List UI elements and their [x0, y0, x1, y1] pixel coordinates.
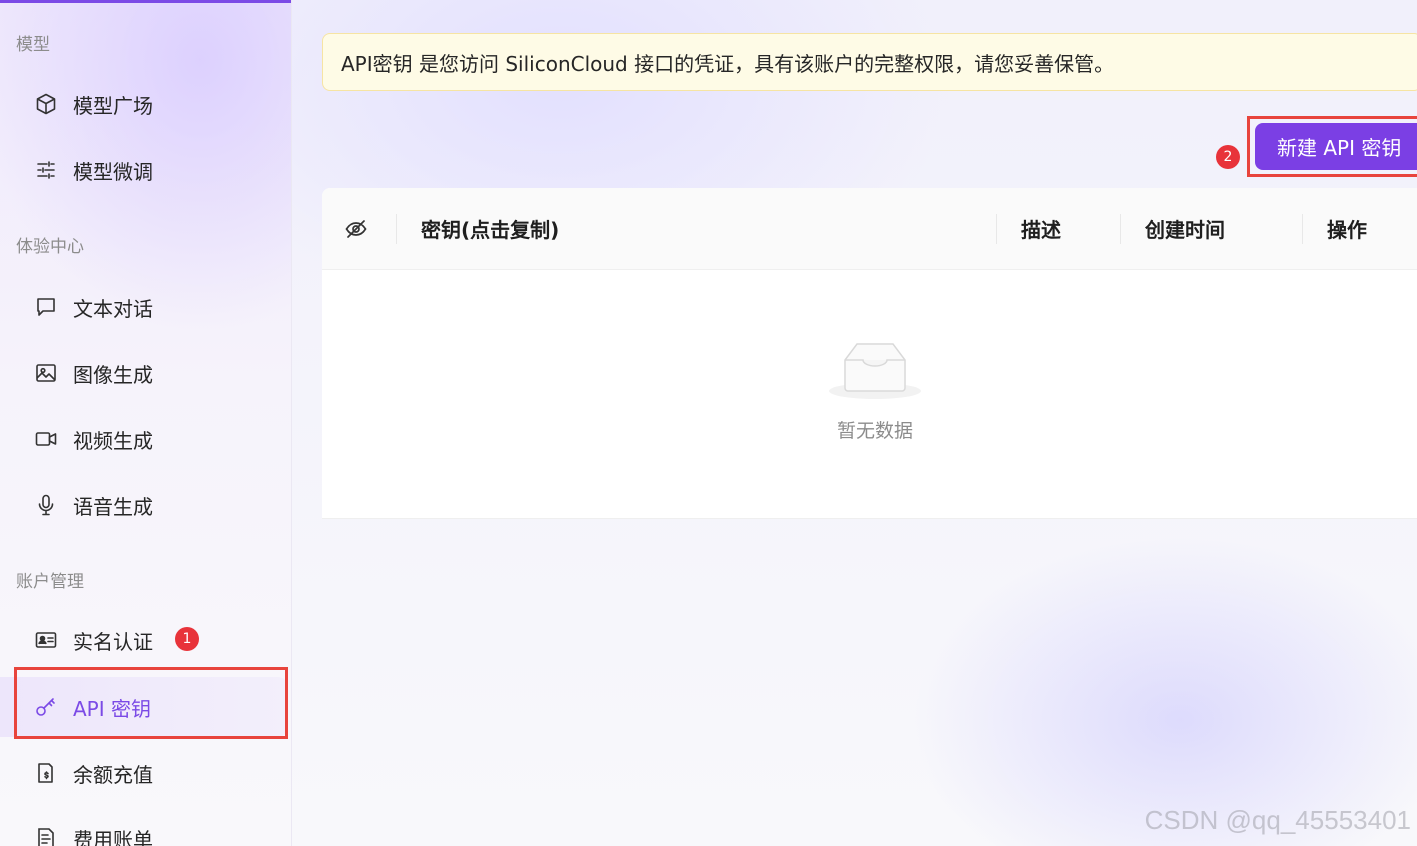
sidebar-item-label: 模型微调 — [73, 159, 153, 184]
wallet-icon — [34, 761, 58, 785]
notice-text: API密钥 是您访问 SiliconCloud 接口的凭证，具有该账户的完整权限… — [341, 51, 1115, 76]
section-title-account: 账户管理 — [16, 572, 84, 592]
sidebar-item-model-square[interactable]: 模型广场 — [14, 74, 284, 134]
sidebar-item-video-gen[interactable]: 视频生成 — [14, 409, 284, 469]
column-divider — [996, 214, 997, 244]
sidebar-item-label: 余额充值 — [73, 762, 153, 787]
sidebar-item-label: 费用账单 — [73, 827, 153, 846]
sidebar-item-label: API 密钥 — [73, 696, 151, 721]
api-key-notice: API密钥 是您访问 SiliconCloud 接口的凭证，具有该账户的完整权限… — [322, 33, 1417, 91]
table-bottom-border — [322, 518, 1417, 519]
new-api-key-button[interactable]: 新建 API 密钥 — [1255, 123, 1417, 170]
sidebar: 模型 模型广场 模型微调 体验中心 文本对话 图像生成 视频生成 语音生成 账户… — [0, 0, 292, 846]
column-divider — [1302, 214, 1303, 244]
section-title-experience: 体验中心 — [16, 237, 84, 257]
empty-state: 暂无数据 — [792, 338, 958, 443]
column-divider — [396, 214, 397, 244]
column-header-actions: 操作 — [1327, 218, 1367, 242]
sidebar-item-label: 文本对话 — [73, 296, 153, 321]
sidebar-item-label: 语音生成 — [73, 494, 153, 519]
main-content: API密钥 是您访问 SiliconCloud 接口的凭证，具有该账户的完整权限… — [292, 0, 1417, 846]
sidebar-item-label: 图像生成 — [73, 362, 153, 387]
column-header-key: 密钥(点击复制) — [421, 218, 560, 242]
sidebar-item-label: 视频生成 — [73, 428, 153, 453]
sidebar-item-model-finetune[interactable]: 模型微调 — [14, 140, 284, 200]
column-header-description: 描述 — [1021, 218, 1061, 242]
empty-state-text: 暂无数据 — [836, 420, 913, 442]
microphone-icon — [34, 493, 58, 517]
cube-icon — [34, 92, 58, 116]
column-divider — [1120, 214, 1121, 244]
sidebar-item-real-name-auth[interactable]: 实名认证 — [14, 610, 284, 670]
sidebar-item-recharge[interactable]: 余额充值 — [14, 743, 284, 803]
sidebar-item-label: 实名认证 — [73, 629, 153, 654]
sidebar-item-image-gen[interactable]: 图像生成 — [14, 343, 284, 403]
sidebar-item-billing[interactable]: 费用账单 — [14, 808, 284, 846]
key-icon — [34, 695, 58, 719]
annotation-badge-2: 2 — [1216, 145, 1240, 169]
bill-icon — [34, 826, 58, 846]
sidebar-item-text-chat[interactable]: 文本对话 — [14, 277, 284, 337]
column-header-created-time: 创建时间 — [1145, 218, 1225, 242]
id-card-icon — [34, 628, 58, 652]
eye-off-icon[interactable] — [344, 188, 368, 269]
empty-inbox-icon — [827, 338, 923, 406]
table-header: 密钥(点击复制) 描述 创建时间 操作 — [322, 188, 1417, 270]
sidebar-top-accent — [0, 0, 291, 3]
video-icon — [34, 427, 58, 451]
annotation-badge-1: 1 — [175, 627, 199, 651]
image-icon — [34, 361, 58, 385]
api-keys-table: 密钥(点击复制) 描述 创建时间 操作 暂无数据 — [322, 188, 1417, 519]
sidebar-item-label: 模型广场 — [73, 93, 153, 118]
chat-icon — [34, 295, 58, 319]
sidebar-item-voice-gen[interactable]: 语音生成 — [14, 475, 284, 535]
sliders-icon — [34, 158, 58, 182]
sidebar-item-api-keys[interactable]: API 密钥 — [0, 677, 288, 737]
watermark: CSDN @qq_45553401 — [1144, 805, 1411, 835]
section-title-models: 模型 — [16, 35, 50, 55]
